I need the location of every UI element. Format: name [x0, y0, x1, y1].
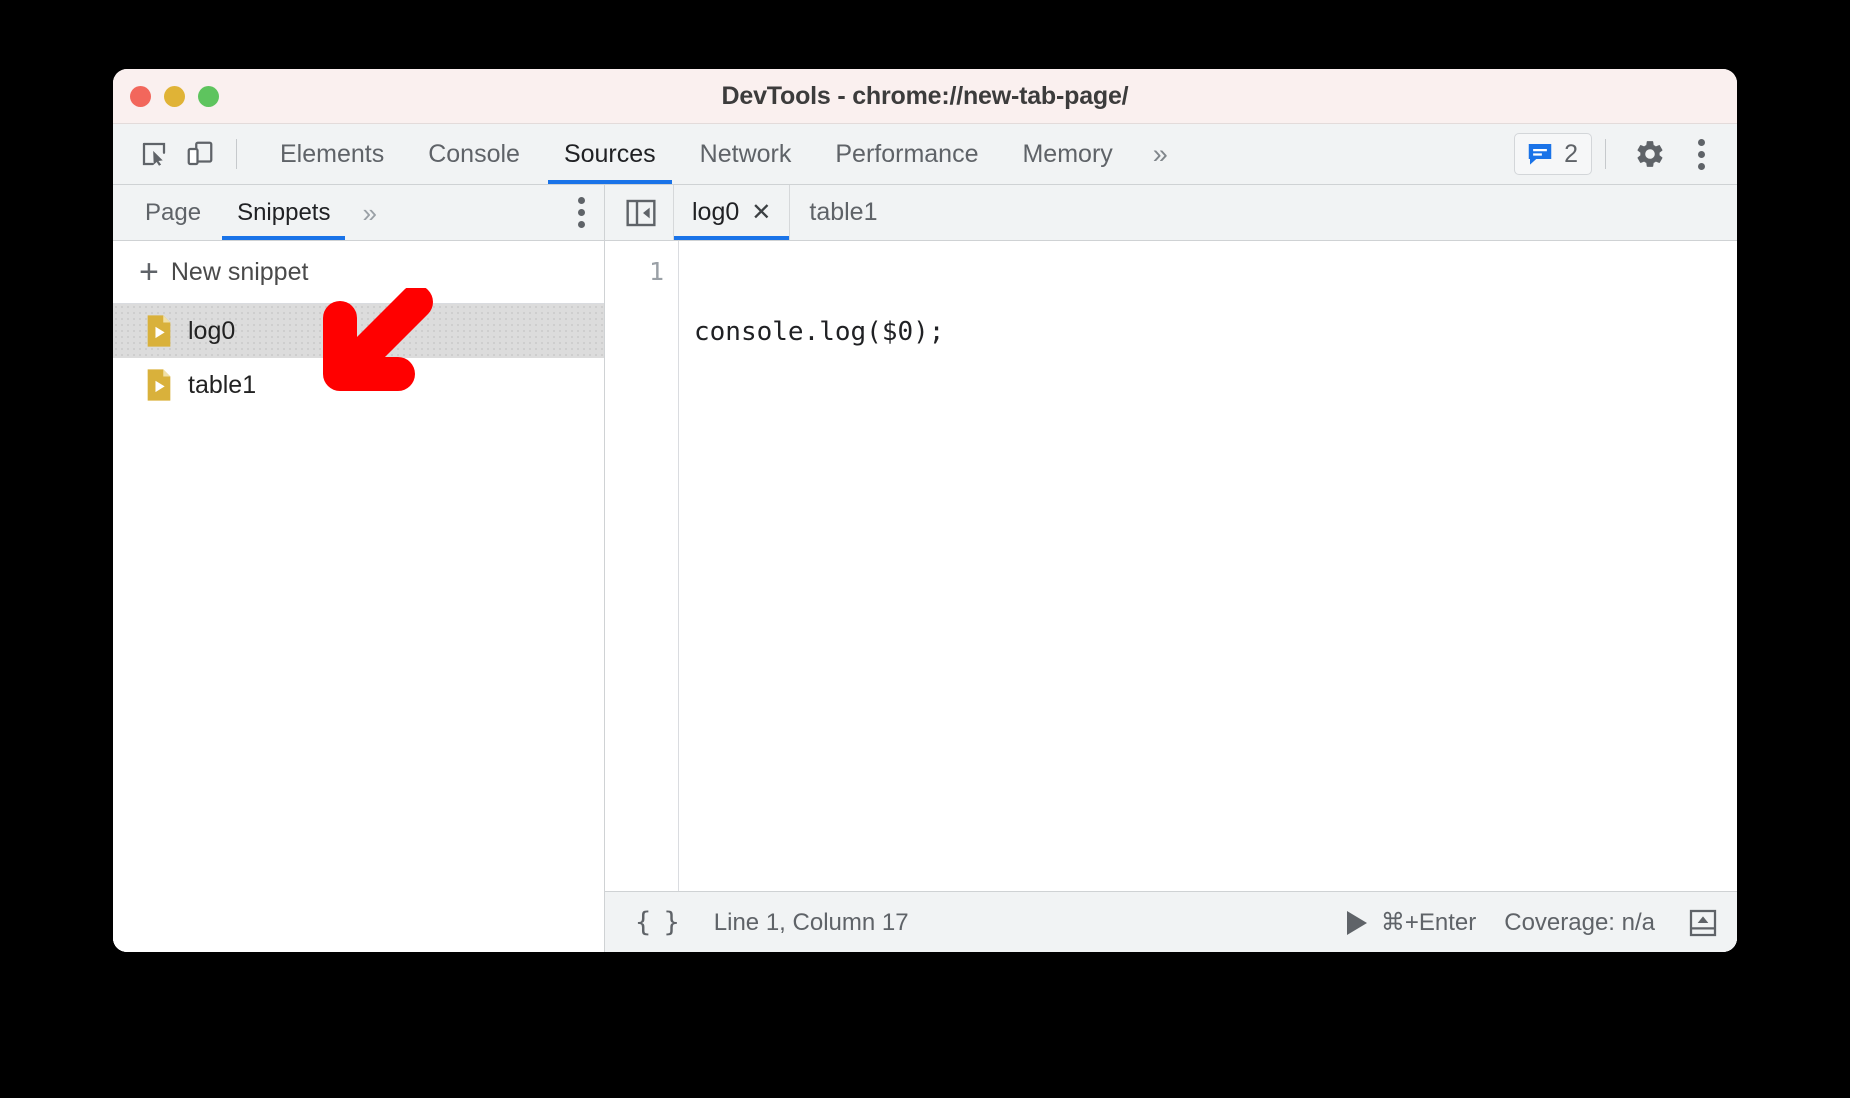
tab-network-label: Network	[699, 139, 792, 168]
editor-tab-log0-label: log0	[692, 198, 740, 226]
more-panels-glyph: »	[1152, 138, 1168, 169]
statusbar-right-group: ⌘+Enter Coverage: n/a	[1346, 907, 1737, 939]
inspect-cursor-icon[interactable]	[131, 131, 177, 177]
editor-tab-log0[interactable]: log0 ✕	[673, 185, 791, 240]
issues-counter-button[interactable]: 2	[1514, 133, 1592, 175]
tab-memory[interactable]: Memory	[1000, 124, 1134, 184]
snippet-file-icon	[147, 369, 171, 401]
kebab-dot-3	[1697, 162, 1705, 170]
nav-more-chevron-icon[interactable]: »	[348, 185, 390, 240]
collapse-sidebar-icon[interactable]	[625, 185, 673, 240]
tab-memory-label: Memory	[1022, 139, 1113, 168]
devtools-panel-tabs: Elements Console Sources Network Perform…	[258, 124, 1186, 184]
more-panels-chevron-icon[interactable]: »	[1135, 124, 1186, 184]
snippet-list: log0 table1	[113, 304, 604, 952]
nav-kebab-dot-1	[577, 197, 585, 204]
editor-statusbar: { } Line 1, Column 17 ⌘+Enter Coverage: …	[605, 891, 1737, 952]
kebab-dot-2	[1697, 150, 1705, 158]
editor-tab-table1[interactable]: table1	[790, 185, 896, 240]
kebab-menu-icon[interactable]	[1679, 131, 1723, 177]
navigator-pane: Page Snippets » + New snippet log0 table…	[113, 185, 605, 952]
new-snippet-button[interactable]: + New snippet	[113, 241, 604, 304]
editor-tabbar: log0 ✕ table1	[605, 185, 1737, 241]
tab-console-label: Console	[428, 139, 520, 168]
line-number-gutter: 1	[605, 241, 679, 891]
tab-network[interactable]: Network	[678, 124, 814, 184]
window-titlebar: DevTools - chrome://new-tab-page/	[113, 69, 1737, 124]
toolbar-right-group: 2	[1514, 131, 1737, 177]
cursor-position-label: Line 1, Column 17	[713, 908, 909, 936]
code-line-1: console.log($0);	[694, 317, 945, 347]
new-snippet-label: New snippet	[170, 257, 309, 286]
list-item-log0-label: log0	[188, 316, 236, 345]
tab-sources-label: Sources	[563, 139, 656, 168]
window-title: DevTools - chrome://new-tab-page/	[721, 81, 1129, 110]
run-shortcut-label: ⌘+Enter	[1380, 909, 1477, 936]
snippet-file-icon	[147, 315, 171, 347]
tab-console[interactable]: Console	[406, 124, 542, 184]
code-editor[interactable]: 1 console.log($0);	[605, 241, 1737, 891]
tab-performance[interactable]: Performance	[813, 124, 1000, 184]
tab-elements-label: Elements	[280, 139, 385, 168]
editor-pane: log0 ✕ table1 1 console.log($0); {} Lin…	[605, 185, 1737, 952]
devtools-window: DevTools - chrome://new-tab-page/ Elemen…	[113, 69, 1737, 952]
gear-icon[interactable]	[1627, 131, 1673, 177]
screenshot-stage: DevTools - chrome://new-tab-page/ Elemen…	[0, 0, 1850, 1098]
show-drawer-icon[interactable]	[1687, 907, 1719, 939]
toolbar-divider	[236, 139, 237, 169]
nav-tab-snippets[interactable]: Snippets	[219, 185, 348, 240]
tab-elements[interactable]: Elements	[258, 124, 406, 184]
plus-icon: +	[139, 253, 159, 291]
line-number-1: 1	[648, 257, 664, 286]
run-play-icon[interactable]	[1346, 910, 1367, 935]
navigator-kebab-menu-icon[interactable]	[558, 185, 604, 240]
editor-tab-table1-label: table1	[809, 198, 878, 226]
nav-more-glyph: »	[362, 197, 377, 228]
sources-panel-body: Page Snippets » + New snippet log0 table…	[113, 185, 1737, 952]
tab-sources[interactable]: Sources	[542, 124, 678, 184]
close-icon[interactable]: ✕	[751, 200, 771, 225]
issues-message-icon	[1528, 144, 1552, 165]
tab-performance-label: Performance	[835, 139, 979, 168]
toolbar-divider-right	[1605, 139, 1606, 169]
kebab-dot-1	[1697, 138, 1705, 146]
nav-tab-snippets-label: Snippets	[237, 198, 331, 226]
list-item-table1-label: table1	[188, 370, 257, 399]
nav-kebab-dot-3	[577, 221, 585, 228]
list-item-table1[interactable]: table1	[113, 358, 604, 412]
devtools-main-toolbar: Elements Console Sources Network Perform…	[113, 124, 1737, 185]
navigator-tabbar: Page Snippets »	[113, 185, 604, 241]
nav-tab-page[interactable]: Page	[127, 185, 219, 240]
coverage-label: Coverage: n/a	[1504, 908, 1655, 936]
pretty-print-button[interactable]: { }	[635, 907, 680, 938]
nav-tab-page-label: Page	[145, 198, 202, 226]
list-item-log0[interactable]: log0	[113, 304, 604, 358]
code-content[interactable]: console.log($0);	[679, 241, 1737, 891]
issues-count-label: 2	[1564, 139, 1578, 168]
device-toolbar-icon[interactable]	[177, 131, 223, 177]
nav-kebab-dot-2	[577, 209, 585, 216]
